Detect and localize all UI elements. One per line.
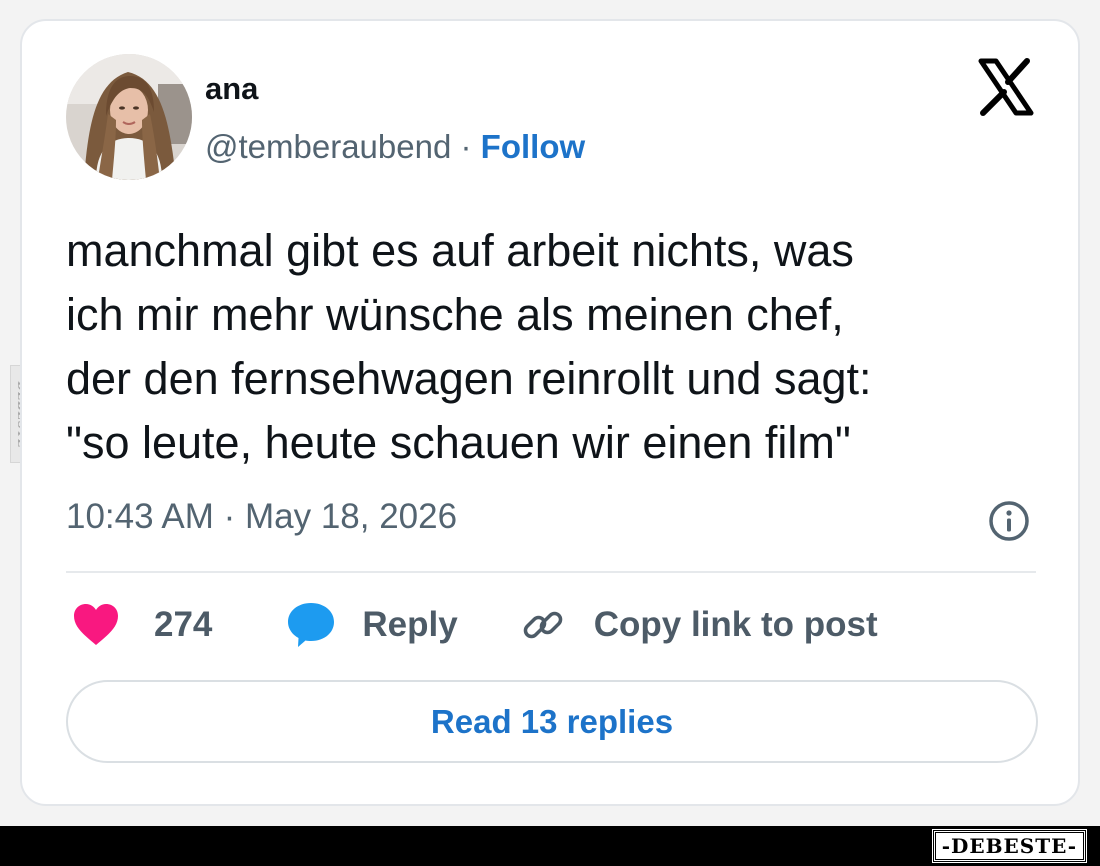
avatar-photo [66, 54, 192, 180]
display-name[interactable]: ana [205, 71, 258, 107]
read-replies-label: Read 13 replies [430, 702, 674, 740]
timestamp[interactable]: 10:43 AM · May 18, 2026 [66, 497, 457, 537]
user-handle[interactable]: @temberaubend [205, 128, 451, 165]
follow-button[interactable]: Follow [481, 128, 585, 165]
like-button[interactable]: 274 [66, 603, 212, 647]
reply-button[interactable]: Reply [212, 601, 458, 649]
copy-link-label: Copy link to post [593, 605, 878, 644]
reply-label: Reply [362, 605, 458, 644]
link-icon [523, 611, 563, 639]
divider [66, 571, 1036, 573]
avatar[interactable] [66, 54, 192, 180]
tweet-text: manchmal gibt es auf arbeit nichts, was … [66, 225, 872, 468]
footer-bar: -DEBESTE- [0, 826, 1100, 866]
read-replies-button[interactable]: Read 13 replies [66, 680, 1038, 763]
speech-bubble-icon [288, 603, 335, 647]
like-count: 274 [154, 605, 213, 644]
action-bar: 274 Reply Copy link to post [66, 597, 878, 653]
heart-icon [74, 604, 118, 645]
handle-row: @temberaubend · Follow [205, 128, 585, 166]
copy-link-button[interactable]: Copy link to post [458, 602, 878, 648]
x-logo-icon[interactable] [977, 58, 1035, 116]
tweet-card: ana @temberaubend · Follow manchmal gibt… [20, 19, 1080, 806]
info-icon[interactable] [987, 499, 1031, 543]
handle-separator: · [460, 128, 472, 165]
footer-watermark-logo: -DEBESTE- [931, 829, 1088, 863]
